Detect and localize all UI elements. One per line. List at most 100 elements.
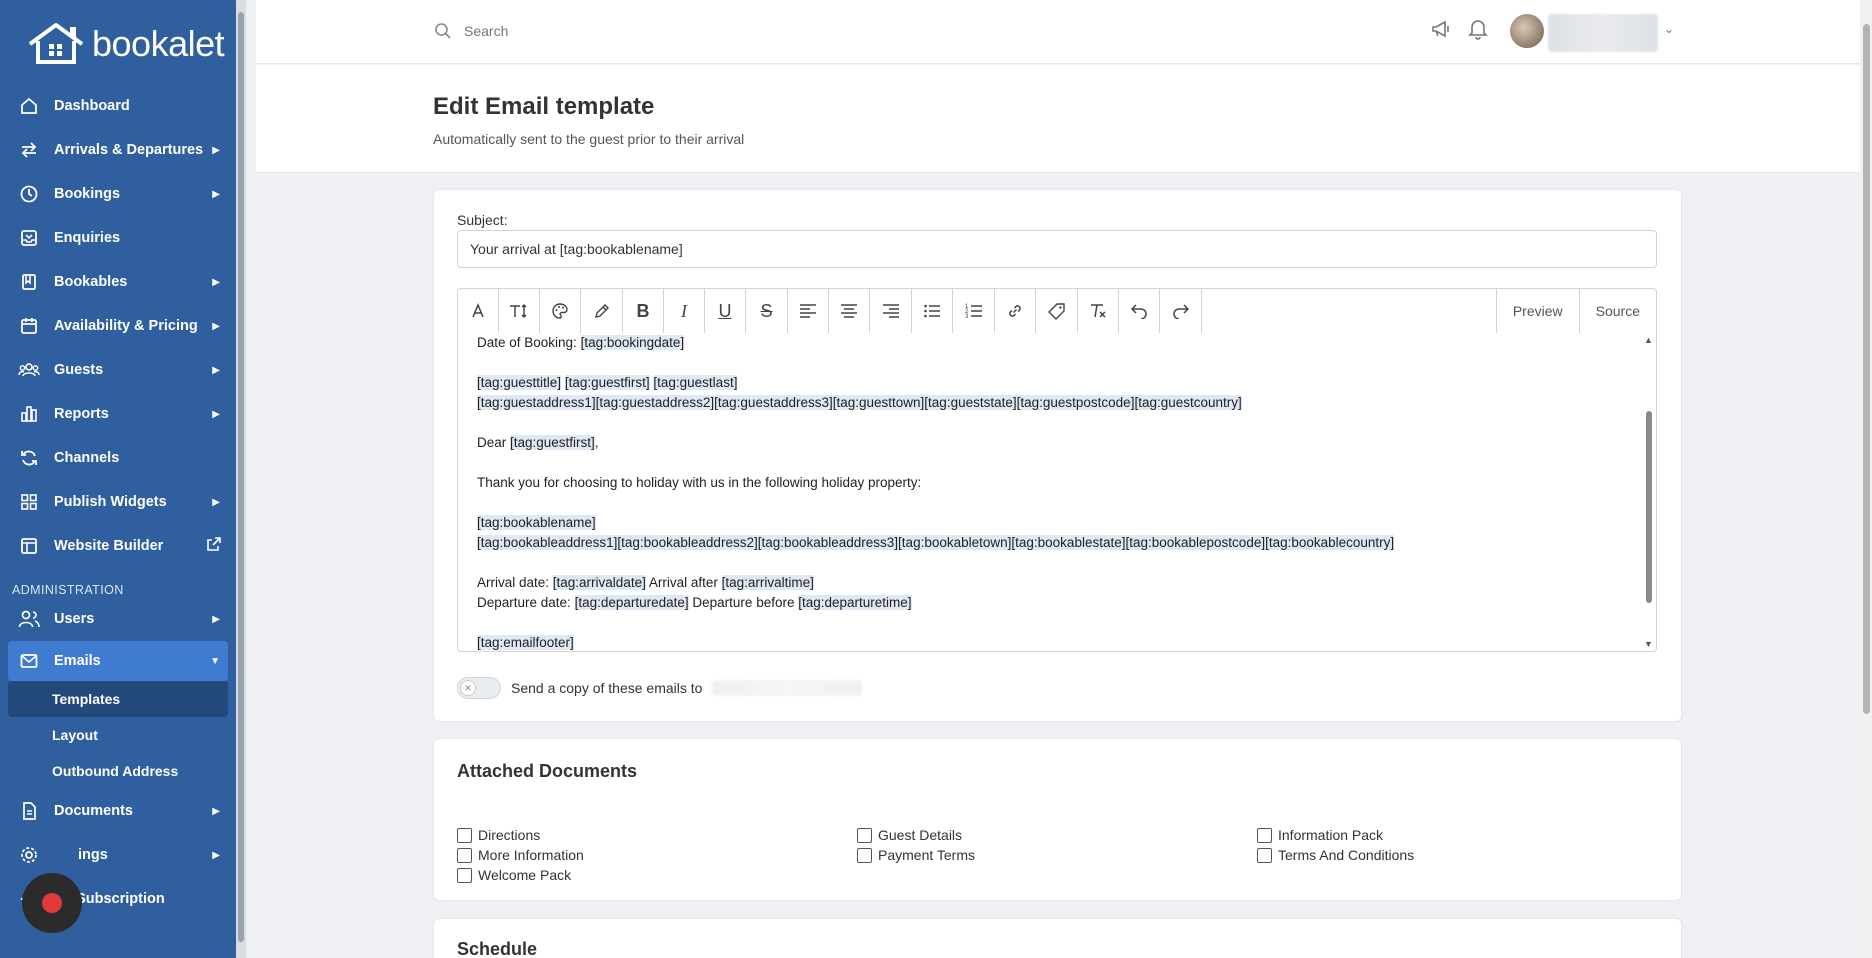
search-bar[interactable]: Search <box>434 22 508 40</box>
doc-label: Terms And Conditions <box>1278 847 1415 863</box>
sidebar-item-bookables[interactable]: Bookables ▶ <box>0 260 236 304</box>
caret-right-icon: ▶ <box>212 849 220 861</box>
checkbox[interactable] <box>1257 827 1272 843</box>
editor-scroll-thumb[interactable] <box>1646 411 1652 603</box>
sidebar-item-bookings[interactable]: Bookings ▶ <box>0 172 236 216</box>
checkbox[interactable] <box>857 827 872 843</box>
sidebar-item-label: Availability & Pricing <box>54 318 198 334</box>
preview-button[interactable]: Preview <box>1497 289 1580 333</box>
strikethrough-button[interactable]: S <box>746 289 787 333</box>
sidebar-item-website-builder[interactable]: Website Builder <box>0 524 236 568</box>
font-icon <box>472 303 484 318</box>
insert-tag-button[interactable] <box>1036 289 1077 333</box>
font-family-button[interactable] <box>458 289 499 333</box>
sidebar-item-documents[interactable]: Documents ▶ <box>0 789 236 833</box>
doc-terms-and-conditions[interactable]: Terms And Conditions <box>1257 845 1657 865</box>
doc-label: Directions <box>478 827 541 843</box>
sidebar-item-publish-widgets[interactable]: Publish Widgets ▶ <box>0 480 236 524</box>
sidebar-item-enquiries[interactable]: Enquiries <box>0 216 236 260</box>
redo-button[interactable] <box>1160 289 1201 333</box>
merge-tag: [tag:bookablename] <box>477 515 596 530</box>
editor-blank-line <box>477 553 1623 573</box>
doc-more-information[interactable]: More Information <box>457 845 857 865</box>
highlight-button[interactable] <box>581 289 622 333</box>
editor-content[interactable]: Date of Booking: [tag:bookingdate] [tag:… <box>458 333 1642 651</box>
book-icon <box>18 271 40 293</box>
italic-button[interactable]: I <box>664 289 705 333</box>
clear-format-button[interactable] <box>1078 289 1119 333</box>
bullet-list-button[interactable] <box>912 289 953 333</box>
sidebar-item-dashboard[interactable]: Dashboard <box>0 84 236 128</box>
checkbox[interactable] <box>857 847 872 863</box>
sidebar: bookalet Dashboard Arrivals & Departures… <box>0 0 246 958</box>
subject-input[interactable] <box>457 230 1657 268</box>
sidebar-nav: Dashboard Arrivals & Departures ▶ Bookin… <box>0 84 236 921</box>
sidebar-item-guests[interactable]: Guests ▶ <box>0 348 236 392</box>
send-copy-label: Send a copy of these emails to <box>511 680 703 696</box>
chevron-down-icon[interactable]: ⌄ <box>1664 22 1674 36</box>
doc-information-pack[interactable]: Information Pack <box>1257 825 1657 845</box>
brand-logo[interactable]: bookalet <box>26 18 225 70</box>
editor-text: Dear <box>477 435 511 450</box>
doc-welcome-pack[interactable]: Welcome Pack <box>457 865 857 885</box>
checkbox[interactable] <box>457 847 472 863</box>
schedule-card: Schedule <box>433 918 1682 958</box>
email-template-card: Subject: B I U S 123 <box>433 189 1682 722</box>
main-scrollbar[interactable] <box>1860 0 1872 958</box>
editor-text: Arrival after <box>645 575 722 590</box>
align-center-button[interactable] <box>829 289 870 333</box>
align-right-button[interactable] <box>870 289 911 333</box>
bell-icon[interactable] <box>1468 18 1488 40</box>
send-copy-toggle[interactable]: ✕ <box>457 677 501 699</box>
sidebar-item-channels[interactable]: Channels <box>0 436 236 480</box>
numbered-list-button[interactable]: 123 <box>953 289 994 333</box>
sidebar-item-label: Channels <box>54 450 120 466</box>
caret-right-icon: ▶ <box>212 805 220 817</box>
search-input[interactable]: Search <box>464 23 508 39</box>
link-button[interactable] <box>995 289 1036 333</box>
source-button[interactable]: Source <box>1580 289 1656 333</box>
home-icon <box>18 95 40 117</box>
sidebar-subitem-outbound-address[interactable]: Outbound Address <box>0 753 236 789</box>
sidebar-subitem-templates[interactable]: Templates <box>8 681 228 717</box>
doc-directions[interactable]: Directions <box>457 825 857 845</box>
administration-heading: ADMINISTRATION <box>12 583 124 597</box>
undo-button[interactable] <box>1119 289 1160 333</box>
sidebar-item-availability-pricing[interactable]: Availability & Pricing ▶ <box>0 304 236 348</box>
underline-button[interactable]: U <box>705 289 746 333</box>
toolbar-group-font <box>458 289 623 333</box>
doc-payment-terms[interactable]: Payment Terms <box>857 845 1257 865</box>
editor-blank-line <box>477 493 1623 513</box>
sidebar-subitem-layout[interactable]: Layout <box>0 717 236 753</box>
merge-tag: [tag:guestlast] <box>653 375 738 390</box>
schedule-title: Schedule <box>457 939 538 958</box>
sidebar-item-settings[interactable]: ings ▶ <box>0 833 236 877</box>
scroll-down-icon[interactable]: ▼ <box>1644 639 1653 649</box>
sidebar-scroll-thumb[interactable] <box>238 12 244 942</box>
main-scroll-thumb[interactable] <box>1863 24 1870 714</box>
megaphone-icon[interactable] <box>1430 18 1452 40</box>
doc-guest-details[interactable]: Guest Details <box>857 825 1257 845</box>
checkbox[interactable] <box>457 867 472 883</box>
scroll-up-icon[interactable]: ▲ <box>1644 335 1653 345</box>
document-checklist: Directions Guest Details Information Pac… <box>457 825 1657 885</box>
avatar[interactable] <box>1510 14 1544 48</box>
bold-button[interactable]: B <box>623 289 664 333</box>
sidebar-scrollbar[interactable] <box>236 0 246 958</box>
editor-scrollbar[interactable]: ▲ ▼ <box>1642 333 1656 651</box>
widgets-icon <box>18 491 40 513</box>
user-name-redacted[interactable] <box>1548 14 1658 52</box>
sidebar-item-arrivals-departures[interactable]: Arrivals & Departures ▶ <box>0 128 236 172</box>
align-left-button[interactable] <box>788 289 829 333</box>
record-button[interactable] <box>22 873 82 933</box>
sidebar-item-reports[interactable]: Reports ▶ <box>0 392 236 436</box>
checkbox[interactable] <box>1257 847 1272 863</box>
merge-tag: [tag:bookableaddress1][tag:bookableaddre… <box>477 535 1395 550</box>
editor-text: Arrival date: <box>477 575 553 590</box>
doc-label: More Information <box>478 847 584 863</box>
text-color-button[interactable] <box>540 289 581 333</box>
sidebar-item-users[interactable]: Users ▶ <box>0 597 236 641</box>
checkbox[interactable] <box>457 827 472 843</box>
sidebar-item-emails[interactable]: Emails ▼ <box>8 641 228 681</box>
font-size-button[interactable] <box>499 289 540 333</box>
